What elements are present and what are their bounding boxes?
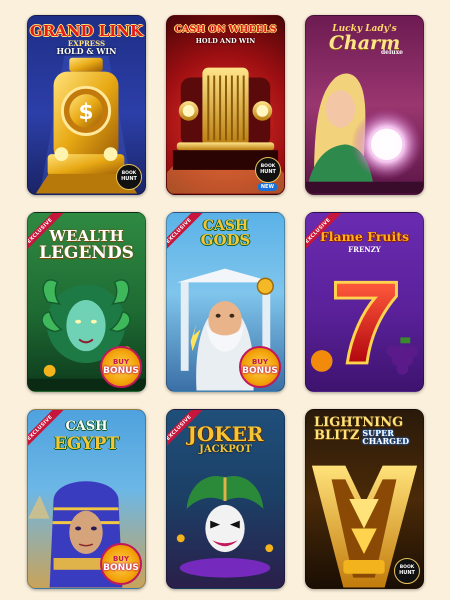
game-grid: $ GRAND LINK EXPRESS HOLD & WIN BOOK HUNT bbox=[27, 15, 424, 589]
title-line: WEALTH bbox=[49, 227, 124, 245]
book-hunt-logo: BOOK HUNT bbox=[394, 558, 420, 584]
logo-text: HUNT bbox=[121, 175, 137, 182]
logo-text: HUNT bbox=[260, 168, 276, 175]
game-tile-wealth-legends[interactable]: WEALTH LEGENDS EXCLUSIVE BUY BONUS bbox=[27, 212, 146, 392]
game-title: GRAND LINK EXPRESS HOLD & WIN bbox=[28, 22, 145, 56]
game-tile-cash-gods[interactable]: CASH GODS EXCLUSIVE BUY BONUS bbox=[166, 212, 285, 392]
game-tile-cash-on-wheels[interactable]: CASH ON WHEELS HOLD AND WIN BOOK HUNT NEW bbox=[166, 15, 285, 195]
book-hunt-logo: BOOK HUNT bbox=[116, 164, 142, 190]
buy-bonus-badge: BUY BONUS bbox=[239, 346, 281, 388]
title-line: HOLD AND WIN bbox=[195, 36, 256, 45]
title-line: Flame Fruits bbox=[319, 229, 410, 244]
game-tile-cash-egypt[interactable]: CASH EGYPT EXCLUSIVE BUY BONUS bbox=[27, 409, 146, 589]
game-title: WEALTH LEGENDS bbox=[28, 229, 145, 262]
bonus-text: BUY bbox=[251, 358, 269, 366]
bonus-text: BONUS bbox=[103, 563, 139, 573]
title-line: CHARGED bbox=[362, 436, 410, 447]
title-line: FRENZY bbox=[348, 244, 381, 254]
title-line: CASH ON WHEELS bbox=[174, 24, 277, 35]
game-title: CASH ON WHEELS HOLD AND WIN bbox=[167, 25, 284, 44]
bonus-text: BONUS bbox=[242, 366, 278, 376]
bonus-text: BUY bbox=[112, 358, 130, 366]
bonus-text: BONUS bbox=[103, 366, 139, 376]
buy-bonus-badge: BUY BONUS bbox=[100, 346, 142, 388]
game-title: JOKER JACKPOT bbox=[167, 424, 284, 455]
book-hunt-logo: BOOK HUNT bbox=[255, 157, 281, 183]
title-line: JACKPOT bbox=[199, 444, 252, 455]
game-tile-lightning-blitz[interactable]: LIGHTNING BLITZ SUPER CHARGED BOOK HUNT bbox=[305, 409, 424, 589]
game-title: Lucky Lady's Charm deluxe bbox=[306, 25, 423, 56]
game-title: LIGHTNING BLITZ SUPER CHARGED bbox=[306, 416, 423, 446]
title-line: GRAND LINK bbox=[29, 22, 144, 40]
game-tile-joker-jackpot[interactable]: JOKER JACKPOT EXCLUSIVE bbox=[166, 409, 285, 589]
title-row: BLITZ SUPER CHARGED bbox=[314, 429, 423, 446]
svg-text:$: $ bbox=[78, 100, 93, 125]
title-line: HOLD & WIN bbox=[56, 46, 117, 56]
game-title: Flame Fruits FRENZY bbox=[306, 229, 423, 254]
title-line: LEGENDS bbox=[39, 243, 134, 263]
title-line: GODS bbox=[200, 231, 251, 249]
title-line: BLITZ bbox=[314, 428, 360, 443]
logo-text: HUNT bbox=[399, 569, 415, 576]
game-tile-lucky-ladys-charm[interactable]: Lucky Lady's Charm deluxe bbox=[305, 15, 424, 195]
bonus-text: BUY bbox=[112, 555, 130, 563]
super-charged-label: SUPER CHARGED bbox=[362, 429, 409, 446]
game-tile-flame-fruits-frenzy[interactable]: Flame Fruits FRENZY EXCLUSIVE bbox=[305, 212, 424, 392]
new-badge: NEW bbox=[257, 183, 277, 191]
game-tile-grand-link-express[interactable]: $ GRAND LINK EXPRESS HOLD & WIN BOOK HUNT bbox=[27, 15, 146, 195]
title-line: EGYPT bbox=[53, 434, 120, 454]
buy-bonus-badge: BUY BONUS bbox=[100, 543, 142, 585]
